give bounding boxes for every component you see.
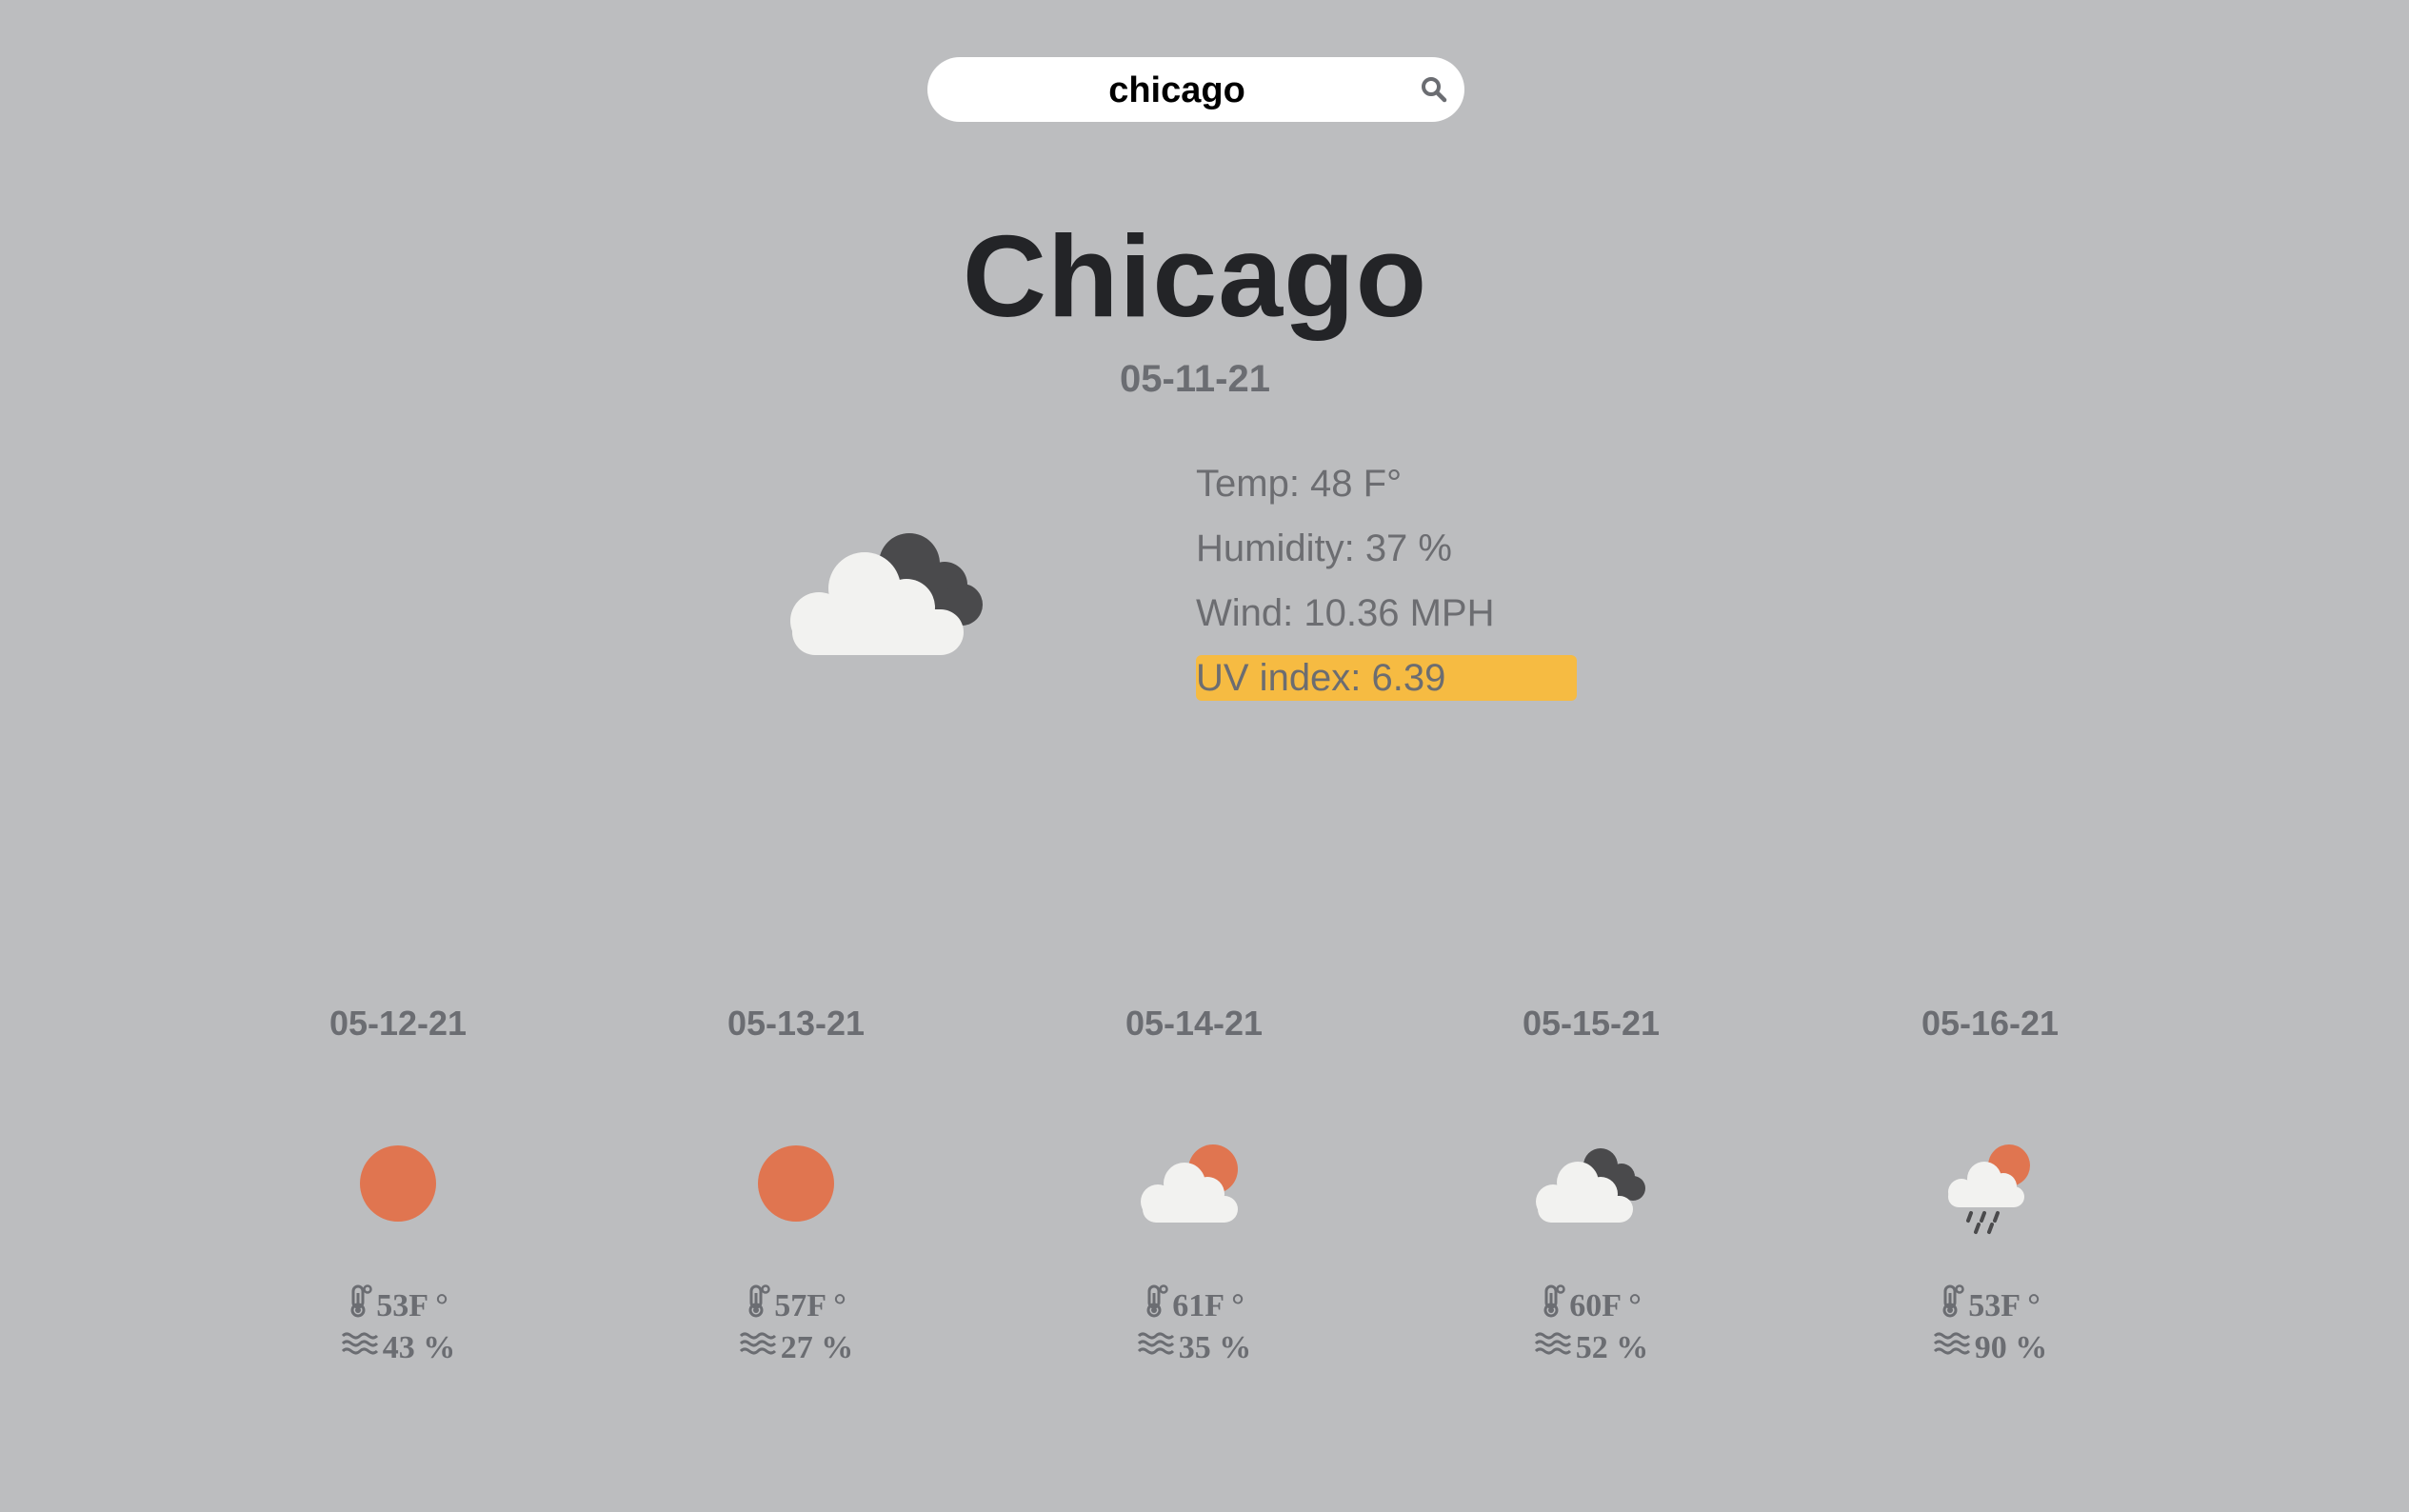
forecast-temp: 53F ° (376, 1288, 448, 1323)
forecast-date: 05-13-21 (727, 1004, 866, 1043)
forecast-temp: 61F ° (1172, 1288, 1244, 1323)
cloudy-icon (1448, 1141, 1734, 1245)
humidity-icon (739, 1327, 777, 1369)
thermometer-icon (348, 1283, 372, 1329)
sun-icon (653, 1141, 939, 1245)
wind-text: Wind: 10.36 MPH (1196, 592, 1495, 634)
forecast-humidity: 43 % (382, 1330, 456, 1365)
forecast-humidity: 27 % (780, 1330, 854, 1365)
rain-icon (1847, 1141, 2133, 1245)
humidity-icon (1534, 1327, 1572, 1369)
forecast-temp: 57F ° (774, 1288, 846, 1323)
forecast-humidity: 35 % (1178, 1330, 1252, 1365)
humidity-icon (341, 1327, 379, 1369)
current-date: 05-11-21 (1120, 358, 1270, 400)
thermometer-icon (746, 1283, 770, 1329)
sun-icon (255, 1141, 541, 1245)
humidity-icon (1933, 1327, 1971, 1369)
humidity-text: Humidity: 37 % (1196, 527, 1452, 569)
forecast-day: 05-12-21 53F ° 43 % (255, 1002, 541, 1369)
temperature-text: Temp: 48 F° (1196, 463, 1403, 505)
thermometer-icon (1940, 1283, 1964, 1329)
search-icon[interactable] (1415, 70, 1453, 109)
uv-index-badge: UV index: 6.39 (1196, 655, 1577, 701)
forecast-date: 05-15-21 (1522, 1004, 1661, 1043)
forecast-temp: 60F ° (1569, 1288, 1642, 1323)
forecast-day: 05-13-21 57F ° 27 % (653, 1002, 939, 1369)
forecast-humidity: 52 % (1575, 1330, 1649, 1365)
partly-cloudy-icon (1051, 1141, 1337, 1245)
forecast-date: 05-12-21 (328, 1004, 468, 1043)
city-title: Chicago (962, 211, 1428, 341)
forecast-day: 05-14-21 61F ° 35 % (1051, 1002, 1337, 1369)
thermometer-icon (1541, 1283, 1565, 1329)
forecast-humidity: 90 % (1974, 1330, 2048, 1365)
search-input[interactable] (966, 57, 1388, 124)
forecast-date: 05-16-21 (1921, 1004, 2060, 1043)
thermometer-icon (1144, 1283, 1168, 1329)
humidity-icon (1137, 1327, 1175, 1369)
search-bar (927, 57, 1464, 124)
forecast-temp: 53F ° (1968, 1288, 2041, 1323)
forecast-day: 05-15-21 60F ° 52 % (1448, 1002, 1734, 1369)
cloudy-icon (781, 514, 1009, 676)
forecast-day: 05-16-21 53F ° 90 % (1847, 1002, 2133, 1369)
forecast-date: 05-14-21 (1125, 1004, 1264, 1043)
current-stats: Temp: 48 F° Humidity: 37 % Wind: 10.36 M… (1196, 451, 1577, 710)
